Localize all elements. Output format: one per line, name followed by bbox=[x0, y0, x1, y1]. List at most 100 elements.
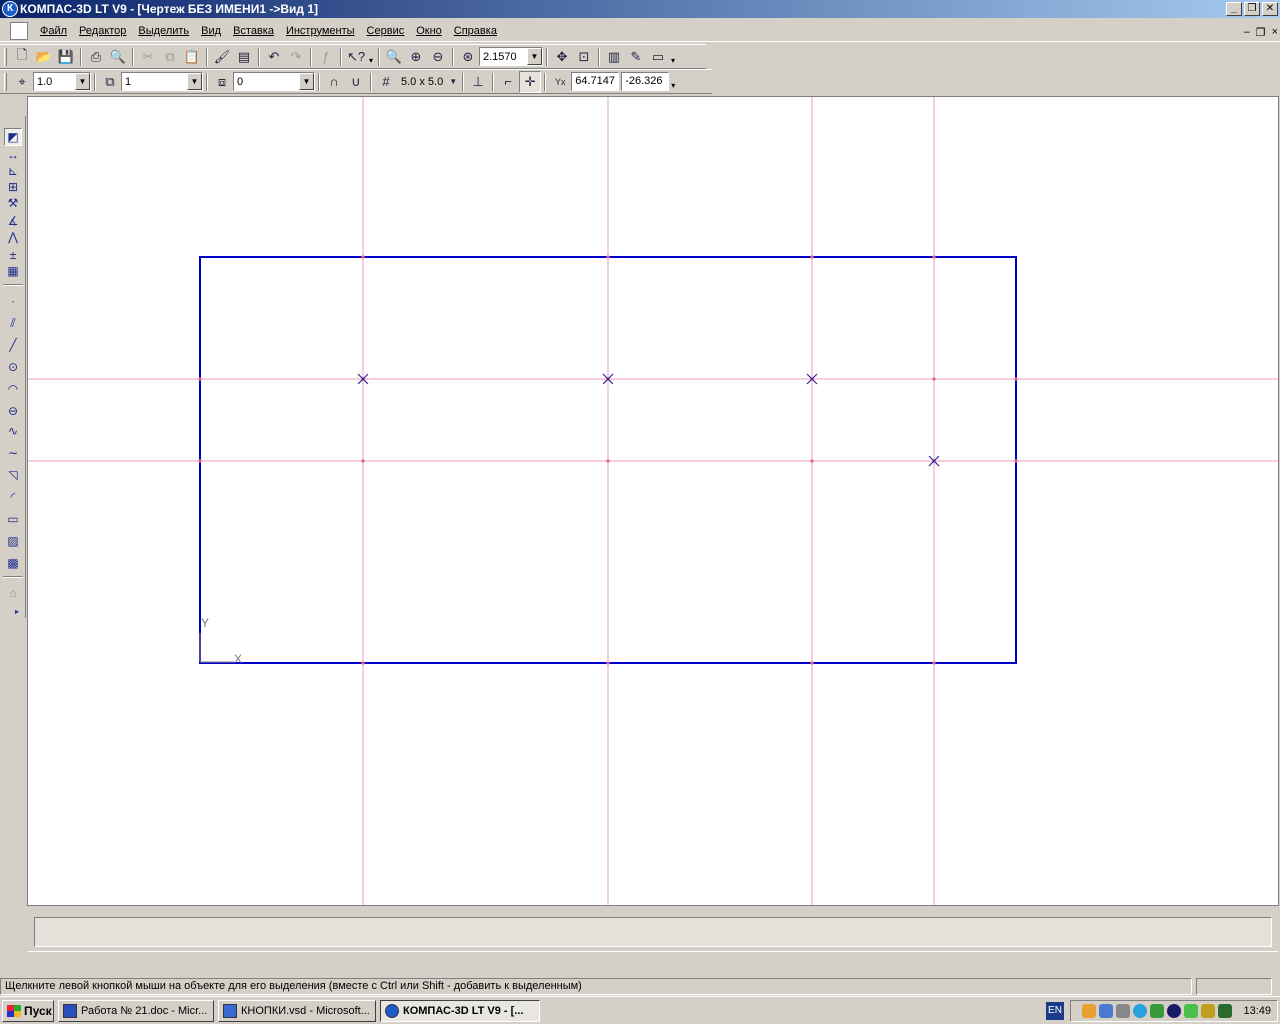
new-document-icon[interactable]: 🗋 bbox=[11, 46, 33, 68]
state-combo[interactable]: 1 ▼ bbox=[121, 72, 203, 91]
minimize-button[interactable]: _ bbox=[1226, 2, 1242, 16]
properties-field[interactable] bbox=[34, 917, 1272, 947]
properties-icon[interactable]: ▤ bbox=[233, 46, 255, 68]
chevron-down-icon[interactable]: ▼ bbox=[527, 48, 542, 65]
local-cs-icon[interactable]: ⊥ bbox=[467, 71, 489, 93]
paste-icon[interactable]: 📋 bbox=[181, 46, 203, 68]
print-icon[interactable]: ⎙ bbox=[85, 46, 107, 68]
chevron-down-icon[interactable]: ▼ bbox=[187, 73, 202, 90]
tray-settings-icon[interactable] bbox=[1116, 1004, 1131, 1018]
panel-icon[interactable]: ▭ bbox=[647, 46, 669, 68]
zoom-in-icon[interactable]: ⊕ bbox=[405, 46, 427, 68]
coord-y-field[interactable]: -26.326 bbox=[621, 72, 670, 91]
menu-select[interactable]: Выделить bbox=[132, 25, 195, 37]
chevron-down-icon[interactable]: ▼ bbox=[299, 73, 314, 90]
tray-globe-icon[interactable] bbox=[1133, 1004, 1148, 1018]
ellipse-icon[interactable]: ⊖ bbox=[4, 402, 22, 420]
collect-contour-icon[interactable]: ⌂ bbox=[4, 584, 22, 602]
menu-help[interactable]: Справка bbox=[448, 25, 503, 37]
start-button[interactable]: Пуск bbox=[2, 999, 54, 1022]
snap-magnet-icon[interactable]: ∩ bbox=[323, 71, 345, 93]
cut-icon[interactable]: ✂ bbox=[137, 46, 159, 68]
toolbar-grip[interactable] bbox=[4, 72, 7, 91]
context-help-icon[interactable]: ↖? bbox=[345, 46, 367, 68]
bezier-icon[interactable]: ∼ bbox=[4, 444, 22, 462]
layer-icon[interactable]: ⧈ bbox=[211, 71, 233, 93]
format-painter-icon[interactable]: 🖌 bbox=[211, 46, 233, 68]
pan-icon[interactable]: ✥ bbox=[551, 46, 573, 68]
toolbar-grip[interactable] bbox=[4, 47, 7, 66]
zoom-scale-icon[interactable]: ⊛ bbox=[457, 46, 479, 68]
drawing-points[interactable] bbox=[357, 373, 940, 467]
rectangle-icon[interactable]: ▭ bbox=[4, 510, 22, 528]
drawing-canvas[interactable]: Y X bbox=[27, 96, 1279, 906]
tray-network-icon[interactable] bbox=[1099, 1004, 1114, 1018]
task-kompas[interactable]: КОМПАС-3D LT V9 - [... bbox=[380, 999, 540, 1022]
chevron-down-icon[interactable]: ▼ bbox=[75, 73, 90, 90]
geometry-tab-icon[interactable]: ◩ bbox=[4, 128, 22, 146]
mdi-restore-button[interactable]: ❐ bbox=[1256, 26, 1266, 39]
restore-button[interactable]: ❐ bbox=[1244, 2, 1260, 16]
show-all-icon[interactable]: ⊡ bbox=[573, 46, 595, 68]
toolbar-chevron-icon[interactable]: ▾ bbox=[669, 71, 677, 93]
toolbar-chevron-icon[interactable]: ▾ bbox=[367, 46, 375, 68]
select-tab-icon[interactable]: ⋀ bbox=[4, 228, 22, 246]
circle-icon[interactable]: ⊙ bbox=[4, 358, 22, 376]
spec-tab-icon[interactable]: ▦ bbox=[4, 262, 22, 280]
language-indicator[interactable]: EN bbox=[1046, 1002, 1064, 1020]
task-word[interactable]: Работа № 21.doc - Micr... bbox=[58, 999, 214, 1022]
zoom-out-icon[interactable]: ⊖ bbox=[427, 46, 449, 68]
manager-icon[interactable]: ▥ bbox=[603, 46, 625, 68]
mdi-close-button[interactable]: × bbox=[1272, 26, 1278, 39]
layer-combo[interactable]: 0 ▼ bbox=[233, 72, 315, 91]
point-icon[interactable]: · bbox=[4, 292, 22, 310]
variables-fx-icon[interactable]: ƒ bbox=[315, 46, 337, 68]
tray-security-icon[interactable] bbox=[1150, 1004, 1165, 1018]
drawing-svg[interactable]: Y X bbox=[28, 97, 1279, 906]
title-bar[interactable]: К КОМПАС-3D LT V9 - [Чертеж БЕЗ ИМЕНИ1 -… bbox=[0, 0, 1280, 18]
grid-icon[interactable]: # bbox=[375, 71, 397, 93]
toolbar-chevron-icon[interactable]: ▾ bbox=[669, 46, 677, 68]
tray-bug-icon[interactable] bbox=[1218, 1004, 1233, 1018]
segment-icon[interactable]: ╱ bbox=[4, 336, 22, 354]
state-icon[interactable]: ⧉ bbox=[99, 71, 121, 93]
undo-icon[interactable]: ↶ bbox=[263, 46, 285, 68]
fillet-icon[interactable]: ◜ bbox=[4, 488, 22, 506]
zoom-combo[interactable]: 2.1570 ▼ bbox=[479, 47, 543, 66]
task-visio[interactable]: КНОПКИ.vsd - Microsoft... bbox=[218, 999, 376, 1022]
copy-icon[interactable]: ⧉ bbox=[159, 46, 181, 68]
menu-service[interactable]: Сервис bbox=[361, 25, 411, 37]
menu-window[interactable]: Окно bbox=[410, 25, 448, 37]
menu-view[interactable]: Вид bbox=[195, 25, 227, 37]
chamfer-icon[interactable]: ◹ bbox=[4, 466, 22, 484]
chevron-down-icon[interactable]: ▼ bbox=[447, 71, 459, 93]
coord-x-field[interactable]: 64.7147 bbox=[571, 72, 620, 91]
aux-line-icon[interactable]: ⫽ bbox=[4, 314, 22, 332]
snap-active-icon[interactable]: ✛ bbox=[519, 70, 542, 93]
parametrization-tab-icon[interactable]: ⚒ bbox=[4, 194, 22, 212]
hatch-icon[interactable]: ▨ bbox=[4, 532, 22, 550]
print-preview-icon[interactable]: 🔍 bbox=[107, 46, 129, 68]
ortho-mode-icon[interactable]: ⌐ bbox=[497, 71, 519, 93]
document-icon[interactable] bbox=[10, 21, 28, 40]
tray-antivirus-icon[interactable] bbox=[1184, 1004, 1199, 1018]
polyline-icon[interactable]: ∿ bbox=[4, 422, 22, 440]
redo-icon[interactable]: ↷ bbox=[285, 46, 307, 68]
open-folder-icon[interactable]: 📂 bbox=[33, 46, 55, 68]
arc-icon[interactable]: ◠ bbox=[4, 380, 22, 398]
cursor-step-icon[interactable]: ⌖ bbox=[11, 71, 33, 93]
snap-settings-icon[interactable]: ∪ bbox=[345, 71, 367, 93]
zoom-window-icon[interactable]: 🔍 bbox=[383, 46, 405, 68]
save-icon[interactable]: 💾 bbox=[55, 46, 77, 68]
tray-media-icon[interactable] bbox=[1167, 1004, 1182, 1018]
menu-file[interactable]: Файл bbox=[34, 25, 73, 37]
step-combo[interactable]: 1.0 ▼ bbox=[33, 72, 91, 91]
tray-tool-icon[interactable] bbox=[1201, 1004, 1216, 1018]
close-button[interactable]: ✕ bbox=[1262, 2, 1278, 16]
menu-editor[interactable]: Редактор bbox=[73, 25, 132, 37]
menu-insert[interactable]: Вставка bbox=[227, 25, 280, 37]
grid-value[interactable]: 5.0 x 5.0 bbox=[397, 76, 447, 88]
tray-app-icon[interactable] bbox=[1082, 1004, 1097, 1018]
menu-tools[interactable]: Инструменты bbox=[280, 25, 361, 37]
fill-icon[interactable]: ▩ bbox=[4, 554, 22, 572]
